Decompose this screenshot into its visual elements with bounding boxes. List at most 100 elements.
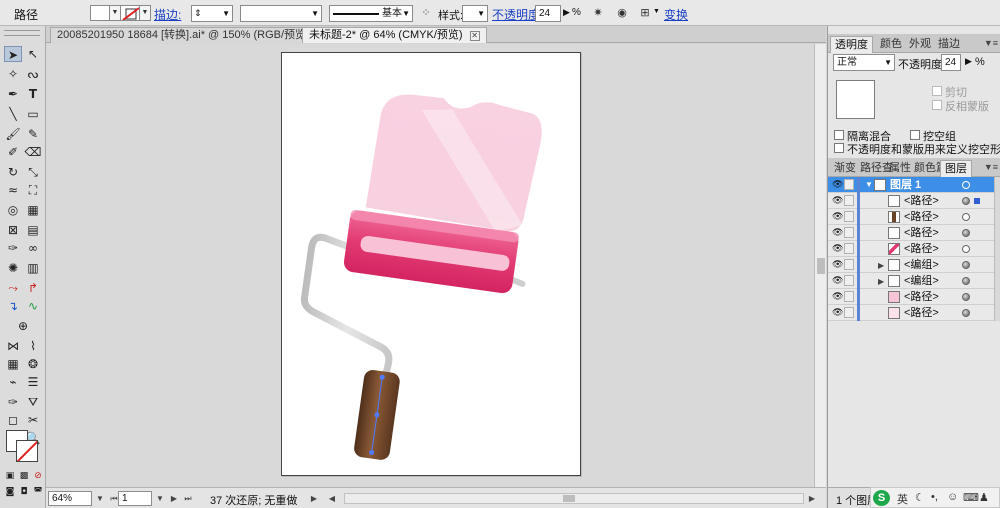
target-icon[interactable] (962, 245, 970, 253)
lock-toggle[interactable] (844, 227, 854, 238)
tab-layers[interactable]: 图层 (940, 160, 972, 177)
layer-row[interactable]: 👁 ▼ 图层 1 (828, 177, 994, 193)
chevron-down-icon[interactable]: ▼ (222, 6, 230, 21)
layer-row[interactable]: 👁 ▶ <编组> (828, 273, 994, 289)
layer-name[interactable]: <路径> (904, 306, 939, 320)
eyedropper-icon[interactable]: ✑ (4, 394, 22, 410)
line-tool-icon[interactable]: ╲ (4, 106, 22, 122)
warp-tool-icon[interactable]: ≈ (4, 182, 22, 198)
anchor-add-icon[interactable]: ⤳ (4, 280, 22, 296)
target-icon[interactable] (962, 229, 970, 237)
symbol-sprayer-tool-icon[interactable]: ✺ (4, 260, 22, 276)
lock-toggle[interactable] (844, 259, 854, 270)
clip-checkbox[interactable] (932, 86, 942, 96)
live-paint-icon[interactable]: ⛛ (24, 394, 42, 410)
transform-link[interactable]: 变换 (664, 6, 688, 23)
scroll-left-icon[interactable]: ◀ (326, 492, 338, 505)
paint-roller-artwork[interactable] (282, 53, 582, 477)
close-icon[interactable]: ✕ (469, 31, 480, 41)
eye-icon[interactable]: 👁 (832, 308, 843, 317)
opacity-field[interactable]: 24 (941, 54, 961, 71)
chevron-down-icon[interactable]: ▼ (154, 492, 166, 505)
path-smooth-icon[interactable]: ∿ (24, 298, 42, 314)
layer-name[interactable]: <路径> (904, 226, 939, 240)
target-icon[interactable] (962, 261, 970, 269)
page-field[interactable]: 1 (118, 491, 152, 506)
shape-builder-tool-icon[interactable]: ◎ (4, 202, 22, 218)
layers-scrollbar[interactable] (994, 177, 1000, 321)
lock-toggle[interactable] (844, 179, 854, 190)
none-mode-icon[interactable]: ⊘ (32, 468, 44, 484)
anchor-convert-icon[interactable]: ↱ (24, 280, 42, 296)
rectangle-tool-icon[interactable]: ▭ (24, 106, 42, 122)
magic-wand-tool-icon[interactable]: ✧ (4, 66, 22, 82)
twirl-tool-icon[interactable]: ❂ (24, 356, 42, 372)
tab-document-1[interactable]: 20085201950 18684 [转换].ai* @ 150% (RGB/预… (50, 27, 334, 43)
stroke-link[interactable]: 描边: (154, 6, 181, 23)
eye-icon[interactable]: 👁 (832, 180, 843, 189)
opacity-field[interactable]: 24 (535, 5, 561, 22)
stroke-swatch[interactable] (120, 5, 140, 21)
tab-color[interactable]: 颜色 (876, 36, 906, 53)
panel-grip[interactable] (4, 30, 40, 36)
zigzag-tool-icon[interactable]: ⌁ (4, 374, 22, 390)
chevron-down-icon[interactable]: ▼ (94, 492, 106, 505)
recolor-artwork-icon[interactable]: ✷ (590, 5, 606, 21)
scale-tool-icon[interactable]: ⤡ (24, 164, 42, 180)
fill-swatch[interactable] (90, 5, 110, 21)
eye-icon[interactable]: 👁 (832, 276, 843, 285)
variable-width-field[interactable]: ▼ (240, 5, 322, 22)
pen-tool-icon[interactable]: ✒ (4, 86, 22, 102)
direct-selection-tool-icon[interactable]: ↖ (24, 46, 42, 62)
eraser-tool-icon[interactable]: ⌫ (24, 144, 42, 160)
vertical-scrollbar[interactable] (814, 44, 826, 487)
panel-menu-icon[interactable]: ▼≡ (984, 38, 998, 48)
lock-toggle[interactable] (844, 307, 854, 318)
graphic-style-icon[interactable]: ⁘ (418, 5, 434, 21)
align-icon[interactable]: ⊞ (637, 5, 653, 21)
chevron-down-icon[interactable]: ▼ (477, 6, 485, 21)
target-icon[interactable] (962, 213, 970, 221)
list-tool-icon[interactable]: ☰ (24, 374, 42, 390)
chevron-down-icon[interactable]: ▼ (653, 8, 660, 15)
panel-menu-icon[interactable]: ▼≡ (984, 162, 998, 172)
layer-row[interactable]: 👁 <路径> (828, 225, 994, 241)
layer-row[interactable]: 👁 <路径> (828, 241, 994, 257)
mesh-tool-icon[interactable]: ⊠ (4, 222, 22, 238)
moon-icon[interactable]: ☾ (915, 491, 925, 504)
eye-icon[interactable]: 👁 (832, 228, 843, 237)
draw-normal-icon[interactable]: ◙ (4, 484, 16, 500)
target-icon[interactable] (962, 277, 970, 285)
blob-brush-tool-icon[interactable]: ✐ (4, 144, 22, 160)
next-page-icon[interactable]: ▶ (168, 492, 180, 505)
user-icon[interactable]: ♟ (979, 491, 989, 504)
target-icon[interactable] (962, 293, 970, 301)
paintbrush-tool-icon[interactable]: 🖌 (4, 126, 22, 142)
layer-name[interactable]: <路径> (904, 290, 939, 304)
grid-tool-icon[interactable]: ▦ (4, 356, 22, 372)
lock-toggle[interactable] (844, 291, 854, 302)
zoom-field[interactable]: 64% (48, 491, 92, 506)
chevron-right-icon[interactable]: ▶ (965, 56, 972, 67)
column-graph-tool-icon[interactable]: ▥ (24, 260, 42, 276)
target-icon[interactable] (962, 181, 970, 189)
lasso-tool-icon[interactable]: ᔓ (24, 66, 42, 82)
lock-toggle[interactable] (844, 243, 854, 254)
sogou-logo-icon[interactable]: S (873, 490, 890, 506)
stroke-weight-field[interactable]: ⇕ ▼ (191, 5, 233, 22)
draw-inside-icon[interactable]: ◚ (32, 484, 44, 500)
isolate-blending-checkbox[interactable] (834, 130, 844, 140)
width-tool-icon[interactable]: ⋈ (4, 338, 22, 354)
artboard-tool-icon[interactable]: ◻ (4, 412, 22, 428)
scroll-right-icon[interactable]: ▶ (806, 492, 818, 505)
tab-document-2[interactable]: 未标题-2* @ 64% (CMYK/预览) ✕ (302, 27, 487, 43)
lock-toggle[interactable] (844, 195, 854, 206)
gradient-tool-icon[interactable]: ▤ (24, 222, 42, 238)
style-field[interactable]: ▼ (462, 5, 488, 22)
horizontal-scrollbar[interactable] (344, 493, 804, 504)
layer-row[interactable]: 👁 <路径> (828, 193, 994, 209)
tab-appearance[interactable]: 外观 (905, 36, 935, 53)
knockout-group-checkbox[interactable] (910, 130, 920, 140)
rotate-tool-icon[interactable]: ↻ (4, 164, 22, 180)
layer-name[interactable]: <路径> (904, 194, 939, 208)
